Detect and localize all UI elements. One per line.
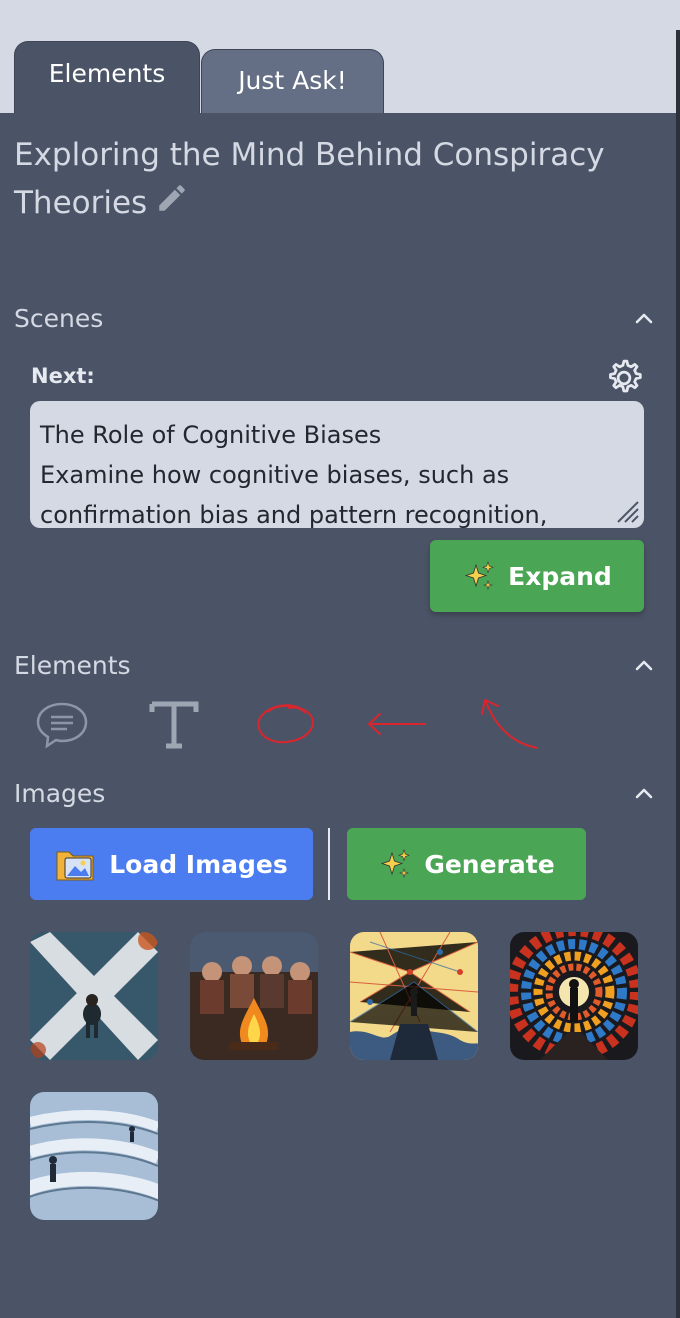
resize-handle-icon[interactable] <box>614 498 640 524</box>
button-divider <box>328 828 330 900</box>
image-thumbnail-campfire[interactable] <box>190 932 318 1060</box>
expand-button[interactable]: Expand <box>430 540 644 612</box>
next-scene-line-2: Examine how cognitive biases, such as <box>40 461 510 489</box>
tab-elements[interactable]: Elements <box>14 41 200 114</box>
folder-images-icon <box>56 851 94 881</box>
generate-button[interactable]: Generate <box>347 828 586 900</box>
project-title: Exploring the Mind Behind Conspiracy The… <box>14 131 614 229</box>
sparkles-icon <box>464 561 495 590</box>
load-images-button[interactable]: Load Images <box>30 828 313 900</box>
load-images-label: Load Images <box>109 849 288 879</box>
next-scene-line-3: confirmation bias and pattern recognitio… <box>40 501 548 528</box>
curved-arrow-tool-icon[interactable] <box>474 692 544 754</box>
circle-tool-icon[interactable] <box>254 700 318 748</box>
next-scene-textarea[interactable]: The Role of Cognitive Biases Examine how… <box>30 401 644 528</box>
images-collapse-chevron-icon[interactable] <box>632 785 656 801</box>
images-heading: Images <box>14 779 106 808</box>
speech-bubble-icon[interactable] <box>34 700 90 750</box>
next-scene-line-1: The Role of Cognitive Biases <box>40 421 382 449</box>
elements-heading: Elements <box>14 651 131 680</box>
image-thumbnail-maze[interactable] <box>30 1092 158 1220</box>
generate-label: Generate <box>424 849 555 879</box>
image-thumbnail-crossroads[interactable] <box>30 932 158 1060</box>
image-thumbnail-network[interactable] <box>350 932 478 1060</box>
panel-border <box>676 30 680 1318</box>
image-thumbnail-vortex[interactable] <box>510 932 638 1060</box>
pencil-icon[interactable] <box>155 181 189 229</box>
elements-collapse-chevron-icon[interactable] <box>632 657 656 673</box>
tab-bar: Elements Just Ask! <box>0 0 680 114</box>
scenes-collapse-chevron-icon[interactable] <box>632 310 656 326</box>
tab-just-ask[interactable]: Just Ask! <box>201 49 384 114</box>
sparkles-icon <box>381 849 411 878</box>
next-label: Next: <box>31 364 95 388</box>
project-title-text: Exploring the Mind Behind Conspiracy The… <box>14 137 605 221</box>
scenes-heading: Scenes <box>14 304 104 333</box>
arrow-tool-icon[interactable] <box>364 706 432 742</box>
expand-label: Expand <box>508 561 612 591</box>
gear-icon[interactable] <box>602 356 646 400</box>
text-tool-icon[interactable] <box>148 698 200 750</box>
